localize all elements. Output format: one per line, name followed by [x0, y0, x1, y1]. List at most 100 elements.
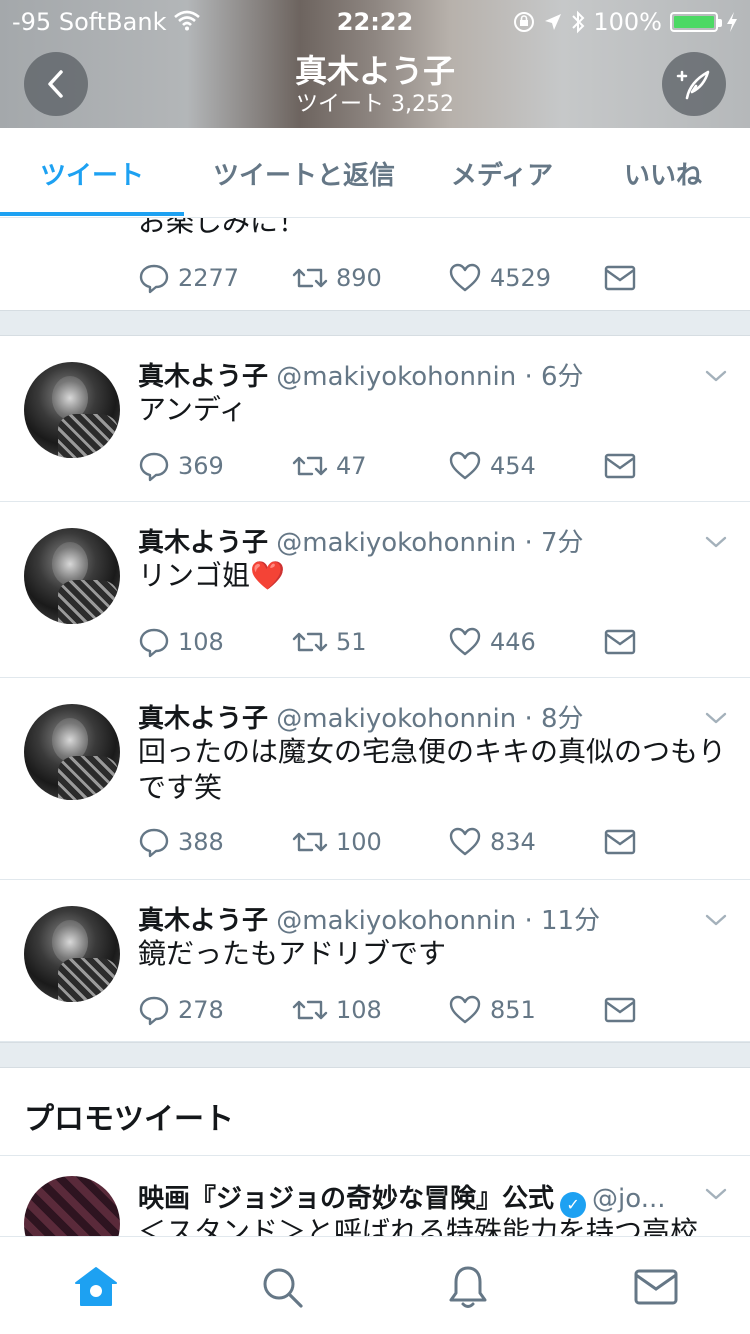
reply-count: 388 — [178, 828, 224, 856]
tweet-author-handle: @makiyokohonnin — [276, 362, 517, 392]
tweet-timestamp[interactable]: 8分 — [541, 704, 584, 734]
envelope-icon — [604, 997, 636, 1023]
tweet-author-handle: @makiyokohonnin — [276, 906, 517, 936]
nav-home[interactable] — [68, 1259, 124, 1315]
tweet-header: 真木よう子 @makiyokohonnin · 8分 — [138, 698, 584, 735]
retweet-button[interactable]: 100 — [292, 824, 382, 860]
search-icon — [263, 1268, 303, 1308]
dm-share-button[interactable] — [604, 448, 636, 484]
tweet-count: ツイート 3,252 — [296, 92, 454, 117]
like-button[interactable]: 446 — [448, 624, 536, 660]
like-button[interactable]: 851 — [448, 992, 536, 1028]
promoted-tweet[interactable]: jojomovie_jp 映画『ジョジョの奇妙な冒険』公式✓@jo... ＜スタ… — [0, 1156, 750, 1236]
profile-tabs: ツイート ツイートと返信 メディア いいね — [0, 128, 750, 218]
tweet-feed[interactable]: お楽しみに！ 2277 890 4529 真木よう子 @makiyokohonn… — [0, 218, 750, 1236]
chevron-down-icon[interactable] — [704, 912, 728, 928]
nav-messages[interactable] — [628, 1259, 684, 1315]
tab-tweets-and-replies[interactable]: ツイートと返信 — [196, 128, 412, 218]
tweet-actions: 369 47 454 — [138, 448, 658, 484]
reply-icon — [139, 996, 169, 1026]
heart-icon — [449, 995, 481, 1024]
orientation-lock-icon — [514, 12, 535, 32]
like-button[interactable]: 834 — [448, 824, 536, 860]
status-right: 100% — [513, 8, 738, 36]
profile-header: -95 SoftBank 22:22 100% 真木よう子 ツイート 3,252 — [0, 0, 750, 128]
promoted-section-title: プロモツイート — [24, 1102, 234, 1137]
envelope-icon — [604, 265, 636, 291]
avatar[interactable] — [24, 704, 120, 800]
tweet-text: 鏡だったもアドリブです — [138, 937, 447, 970]
tweet-dot: · — [516, 362, 541, 392]
like-count: 454 — [490, 452, 536, 480]
dm-share-button[interactable] — [604, 260, 636, 296]
reply-button[interactable]: 2277 — [138, 260, 239, 296]
tweet-timestamp[interactable]: 6分 — [541, 362, 584, 392]
tweet-actions: 108 51 446 — [138, 624, 658, 660]
heart-icon — [449, 827, 481, 856]
tab-likes[interactable]: いいね — [590, 128, 736, 218]
tweet-actions: 2277 890 4529 — [138, 260, 658, 296]
tweet-author-name[interactable]: 真木よう子 — [138, 906, 268, 936]
like-count: 4529 — [490, 264, 552, 292]
nav-search[interactable] — [254, 1259, 310, 1315]
retweet-icon — [292, 456, 328, 476]
tweet-timestamp[interactable]: 11分 — [541, 906, 600, 936]
envelope-icon — [604, 629, 636, 655]
chevron-down-icon[interactable] — [704, 710, 728, 726]
envelope-icon — [604, 453, 636, 479]
avatar[interactable] — [24, 528, 120, 624]
reply-count: 278 — [178, 996, 224, 1024]
tweet-dot: · — [516, 528, 541, 558]
tweet-author-handle: @makiyokohonnin — [276, 704, 517, 734]
like-count: 834 — [490, 828, 536, 856]
retweet-count: 47 — [336, 452, 367, 480]
tweet-timestamp[interactable]: 7分 — [541, 528, 584, 558]
chevron-down-icon[interactable] — [704, 1186, 728, 1202]
dm-share-button[interactable] — [604, 992, 636, 1028]
avatar[interactable] — [24, 906, 120, 1002]
avatar[interactable] — [24, 362, 120, 458]
chevron-down-icon[interactable] — [704, 534, 728, 550]
tweet-row[interactable]: 真木よう子 @makiyokohonnin · 7分 リンゴ姐❤️ 108 51… — [0, 502, 750, 678]
retweet-icon — [292, 1000, 328, 1020]
promoted-account-name[interactable]: 映画『ジョジョの奇妙な冒険』公式 — [138, 1184, 554, 1214]
location-arrow-icon — [545, 14, 562, 30]
reply-icon — [139, 452, 169, 482]
reply-count: 369 — [178, 452, 224, 480]
nav-notifications[interactable] — [440, 1259, 496, 1315]
reply-icon — [139, 264, 169, 294]
like-button[interactable]: 454 — [448, 448, 536, 484]
tweet-row[interactable]: 真木よう子 @makiyokohonnin · 11分 鏡だったもアドリブです … — [0, 880, 750, 1042]
tweet-row[interactable]: 真木よう子 @makiyokohonnin · 6分 アンディ 369 47 4… — [0, 336, 750, 502]
dm-share-button[interactable] — [604, 824, 636, 860]
tweet-text: リンゴ姐❤️ — [138, 559, 285, 592]
chevron-down-icon[interactable] — [704, 368, 728, 384]
tweet-author-name[interactable]: 真木よう子 — [138, 362, 268, 392]
compose-tweet-button[interactable] — [662, 52, 726, 116]
like-button[interactable]: 4529 — [448, 260, 551, 296]
reply-count: 2277 — [178, 264, 240, 292]
tweet-partial[interactable]: お楽しみに！ 2277 890 4529 — [0, 218, 750, 310]
retweet-button[interactable]: 47 — [292, 448, 367, 484]
tweet-header: 映画『ジョジョの奇妙な冒険』公式 ✓ @jo... — [138, 1178, 665, 1218]
tweet-author-name[interactable]: 真木よう子 — [138, 704, 268, 734]
retweet-icon — [292, 268, 328, 288]
dm-share-button[interactable] — [604, 624, 636, 660]
tweet-author-name[interactable]: 真木よう子 — [138, 528, 268, 558]
heart-icon — [449, 627, 481, 656]
reply-button[interactable]: 369 — [138, 448, 224, 484]
tab-media[interactable]: メディア — [424, 128, 580, 218]
retweet-button[interactable]: 890 — [292, 260, 382, 296]
retweet-button[interactable]: 108 — [292, 992, 382, 1028]
reply-button[interactable]: 108 — [138, 624, 224, 660]
retweet-icon — [292, 832, 328, 852]
reply-button[interactable]: 278 — [138, 992, 224, 1028]
promoted-avatar[interactable]: jojomovie_jp — [24, 1176, 120, 1236]
tab-tweets[interactable]: ツイート — [0, 128, 184, 218]
retweet-button[interactable]: 51 — [292, 624, 367, 660]
heart-icon — [449, 451, 481, 480]
reply-button[interactable]: 388 — [138, 824, 224, 860]
retweet-count: 100 — [336, 828, 382, 856]
tweet-row[interactable]: 真木よう子 @makiyokohonnin · 8分 回ったのは魔女の宅急便のキ… — [0, 678, 750, 880]
tweet-dot: · — [516, 906, 541, 936]
